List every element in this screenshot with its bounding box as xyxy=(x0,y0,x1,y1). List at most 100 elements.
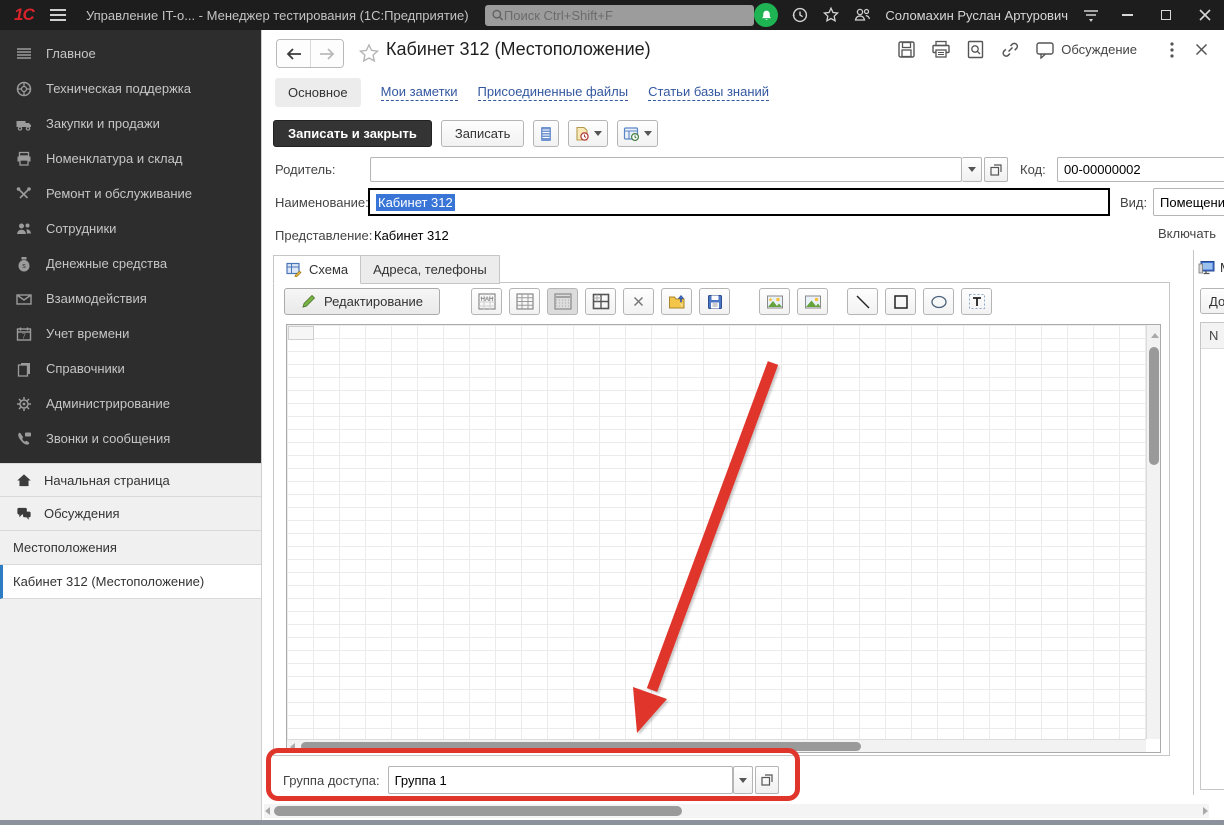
sidebar-item-home[interactable]: Начальная страница xyxy=(0,463,261,497)
command-bar: Записать и закрыть Записать xyxy=(273,120,658,147)
sidebar-item-catalogs[interactable]: Справочники xyxy=(0,351,261,386)
table-grid-icon xyxy=(516,293,534,310)
clear-button[interactable] xyxy=(623,288,654,315)
sidebar-item-main[interactable]: Главное xyxy=(0,36,261,71)
sidebar-item-administration[interactable]: Администрирование xyxy=(0,386,261,421)
access-group-input[interactable]: Группа 1 xyxy=(388,766,733,794)
code-input[interactable]: 00-00000002 xyxy=(1057,157,1224,182)
presentation-value: Кабинет 312 xyxy=(374,228,449,243)
save-schema-button[interactable] xyxy=(699,288,730,315)
form-hscroll-thumb[interactable] xyxy=(274,806,682,816)
parent-open-button[interactable] xyxy=(984,157,1008,182)
form-hscrollbar[interactable] xyxy=(264,804,1209,818)
sidebar-item-support[interactable]: Техническая поддержка xyxy=(0,71,261,106)
maximize-button[interactable] xyxy=(1153,4,1179,26)
sidebar-item-purchases[interactable]: Закупки и продажи xyxy=(0,106,261,141)
link-my-notes[interactable]: Мои заметки xyxy=(381,84,458,101)
sidebar-item-cabinet-312[interactable]: Кабинет 312 (Местоположение) xyxy=(0,565,261,599)
write-button[interactable]: Записать xyxy=(441,120,525,147)
show-headers-button[interactable]: НАН xyxy=(471,288,502,315)
sidebar-item-stock[interactable]: Номенклатура и склад xyxy=(0,141,261,176)
hscroll-thumb[interactable] xyxy=(301,742,861,751)
sidebar-item-money[interactable]: s Денежные средства xyxy=(0,246,261,281)
add-picture-button[interactable] xyxy=(759,288,790,315)
x-icon xyxy=(633,296,644,307)
gear-icon xyxy=(15,395,33,413)
link-kb-articles[interactable]: Статьи базы знаний xyxy=(648,84,769,101)
get-link-button[interactable] xyxy=(1000,40,1020,59)
link-attached-files[interactable]: Присоединенные файлы xyxy=(478,84,629,101)
search-input[interactable] xyxy=(504,8,748,23)
doc-clock-icon xyxy=(574,126,590,142)
schema-tabstrip: Схема Адреса, телефоны xyxy=(273,255,500,284)
notifications-button[interactable] xyxy=(754,3,778,27)
access-group-dropdown-button[interactable] xyxy=(733,766,753,794)
edit-mode-button[interactable]: Редактирование xyxy=(284,288,440,315)
parent-dropdown-button[interactable] xyxy=(962,157,982,182)
global-search[interactable] xyxy=(485,5,755,26)
bell-icon xyxy=(760,9,773,22)
sidebar-item-locations[interactable]: Местоположения xyxy=(0,531,261,565)
save-and-close-button[interactable]: Записать и закрыть xyxy=(273,120,432,147)
user-icon[interactable] xyxy=(853,6,872,24)
draw-ellipse-button[interactable] xyxy=(923,288,954,315)
draw-rectangle-button[interactable] xyxy=(885,288,916,315)
save-button[interactable] xyxy=(897,40,916,59)
right-panel-add-button[interactable]: До xyxy=(1200,288,1224,314)
right-panel-tab[interactable]: М xyxy=(1198,252,1224,282)
forward-button[interactable] xyxy=(310,40,343,67)
minimize-button[interactable] xyxy=(1114,4,1140,26)
sidebar-item-interactions[interactable]: Взаимодействия xyxy=(0,281,261,316)
preview-button[interactable] xyxy=(966,40,985,59)
favorite-star-icon[interactable] xyxy=(358,43,380,64)
print-button[interactable] xyxy=(931,40,951,59)
schema-toolbar: Редактирование НАН xyxy=(284,288,999,315)
draw-text-button[interactable] xyxy=(961,288,992,315)
show-grid-button[interactable] xyxy=(509,288,540,315)
tab-main[interactable]: Основное xyxy=(275,78,361,107)
sidebar-item-employees[interactable]: Сотрудники xyxy=(0,211,261,246)
sidebar-item-discussions[interactable]: Обсуждения xyxy=(0,497,261,531)
main-menu-button[interactable] xyxy=(50,9,66,21)
text-box-icon xyxy=(968,293,986,310)
rectangle-icon xyxy=(893,294,909,310)
access-group-row: Группа доступа: Группа 1 xyxy=(283,766,779,794)
draw-line-button[interactable] xyxy=(847,288,878,315)
canvas-hscrollbar[interactable] xyxy=(287,739,1146,752)
sidebar-item-repair[interactable]: Ремонт и обслуживание xyxy=(0,176,261,211)
favorites-button[interactable] xyxy=(822,6,840,24)
sidebar-item-time[interactable]: 7 Учет времени xyxy=(0,316,261,351)
name-input[interactable]: Кабинет 312 xyxy=(368,188,1110,216)
svg-text:НАН: НАН xyxy=(480,297,493,303)
picture-button[interactable] xyxy=(797,288,828,315)
sidebar-item-calls[interactable]: Звонки и сообщения xyxy=(0,421,261,456)
vscroll-thumb[interactable] xyxy=(1149,347,1159,465)
canvas-vscrollbar[interactable] xyxy=(1146,325,1160,739)
tab-addresses[interactable]: Адреса, телефоны xyxy=(361,255,500,284)
access-group-open-button[interactable] xyxy=(755,766,779,794)
parent-input[interactable] xyxy=(370,157,962,182)
table-headers-icon: НАН xyxy=(478,293,496,310)
merge-cells-button[interactable] xyxy=(585,288,616,315)
close-form-button[interactable] xyxy=(1195,43,1208,56)
service-menu-button[interactable] xyxy=(1081,7,1101,23)
svg-text:7: 7 xyxy=(22,333,26,340)
kebab-icon xyxy=(1170,42,1174,58)
tab-schema[interactable]: Схема xyxy=(273,255,361,284)
list-icon xyxy=(539,126,553,142)
table-borders-icon xyxy=(592,293,610,310)
doc-history-button[interactable] xyxy=(568,120,608,147)
show-cells-button[interactable] xyxy=(547,288,578,315)
more-menu-button[interactable] xyxy=(1170,42,1174,58)
app-title: Управление IT-о... - Менеджер тестирован… xyxy=(86,8,469,23)
data-list-button[interactable] xyxy=(533,120,559,147)
load-schema-button[interactable] xyxy=(661,288,692,315)
discussion-button[interactable]: Обсуждение xyxy=(1035,41,1137,59)
back-button[interactable] xyxy=(277,40,310,67)
close-window-button[interactable] xyxy=(1192,4,1218,26)
schema-canvas[interactable] xyxy=(287,325,1146,739)
kind-input[interactable]: Помещение xyxy=(1153,188,1224,216)
history-button[interactable] xyxy=(791,6,809,24)
scroll-up-icon xyxy=(1151,333,1159,338)
form-history-button[interactable] xyxy=(617,120,658,147)
